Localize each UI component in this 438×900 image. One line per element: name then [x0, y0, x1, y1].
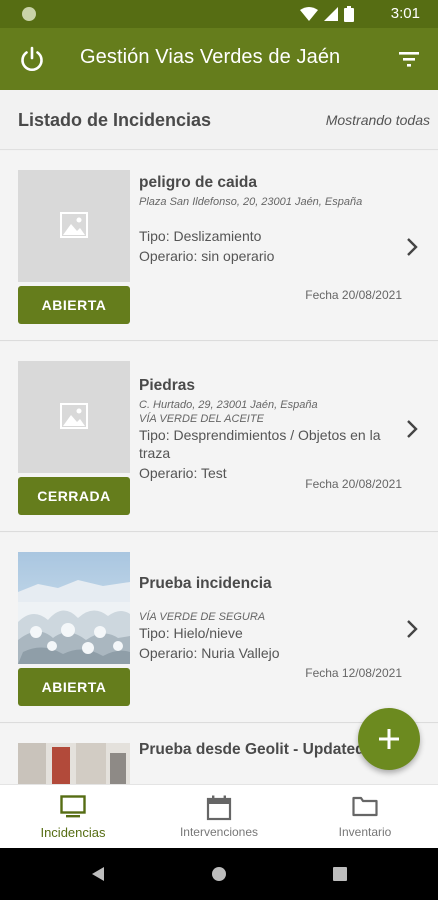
monitor-icon [60, 795, 86, 818]
incident-name: Prueba incidencia [139, 575, 272, 592]
incident-date: Fecha 20/08/2021 [305, 477, 402, 491]
incident-operator: Operario: sin operario [139, 248, 275, 264]
incident-date: Fecha 12/08/2021 [305, 666, 402, 680]
incident-card[interactable]: CERRADA Piedras C. Hurtado, 29, 23001 Ja… [0, 342, 438, 532]
incident-via: VÍA VERDE DE SEGURA [139, 611, 266, 623]
app-bar: Gestión Vias Verdes de Jaén [0, 28, 438, 90]
system-navigation-bar [0, 848, 438, 900]
status-icons [300, 6, 354, 22]
wifi-icon [300, 7, 318, 21]
incident-info: Piedras C. Hurtado, 29, 23001 Jaén, Espa… [139, 377, 401, 482]
bottom-navigation: Incidencias Intervenciones Inventario [0, 784, 438, 848]
incident-thumbnail [18, 361, 130, 473]
app-title: Gestión Vias Verdes de Jaén [80, 46, 341, 68]
battery-icon [344, 6, 354, 22]
image-placeholder-icon [60, 403, 88, 429]
power-icon[interactable] [18, 45, 46, 73]
incident-card[interactable]: ABIERTA Prueba incidencia VÍA VERDE DE S… [0, 533, 438, 723]
plus-icon [379, 729, 399, 749]
incident-via: VÍA VERDE DEL ACEITE [139, 413, 264, 425]
incident-photo-snow [18, 552, 130, 664]
incident-photo-interior [18, 743, 130, 784]
incident-type: Tipo: Deslizamiento [139, 228, 262, 244]
incident-info: peligro de caida Plaza San Ildefonso, 20… [139, 174, 401, 265]
tab-label: Inventario [338, 825, 392, 839]
status-badge: ABIERTA [18, 286, 130, 324]
add-incident-button[interactable] [358, 708, 420, 770]
incident-info: Prueba incidencia VÍA VERDE DE SEGURA Ti… [139, 575, 401, 662]
tab-intervenciones[interactable]: Intervenciones [146, 785, 292, 849]
incident-operator: Operario: Nuria Vallejo [139, 645, 280, 661]
chevron-right-icon [407, 620, 418, 638]
tab-inventario[interactable]: Inventario [292, 785, 438, 849]
image-placeholder-icon [60, 212, 88, 238]
tab-incidencias[interactable]: Incidencias [0, 785, 146, 849]
incident-address: C. Hurtado, 29, 23001 Jaén, España [139, 399, 318, 411]
incident-date: Fecha 20/08/2021 [305, 288, 402, 302]
incident-card[interactable]: ABIERTA peligro de caida Plaza San Ildef… [0, 151, 438, 341]
chevron-right-icon [407, 420, 418, 438]
status-badge: CERRADA [18, 477, 130, 515]
incident-type: Tipo: Desprendimientos / Objetos en la t… [139, 427, 381, 461]
incident-thumbnail [18, 170, 130, 282]
clock: 3:01 [390, 5, 420, 22]
interior-image [18, 743, 130, 784]
back-icon[interactable] [91, 866, 105, 882]
snow-landscape-image [18, 552, 130, 664]
incident-name: peligro de caida [139, 174, 258, 191]
incident-name: Piedras [139, 377, 196, 394]
incident-list: ABIERTA peligro de caida Plaza San Ildef… [0, 151, 438, 784]
recents-icon[interactable] [333, 867, 347, 881]
calendar-icon [206, 795, 232, 821]
status-bar: 3:01 [0, 0, 438, 28]
filter-status: Mostrando todas [325, 112, 430, 128]
chevron-right-icon [407, 238, 418, 256]
notification-dot-icon [22, 7, 36, 21]
tab-label: Incidencias [40, 825, 106, 840]
filter-icon[interactable] [396, 47, 422, 71]
incident-address: Plaza San Ildefonso, 20, 23001 Jaén, Esp… [139, 196, 363, 208]
list-title: Listado de Incidencias [18, 110, 212, 130]
status-badge: ABIERTA [18, 668, 130, 706]
home-icon[interactable] [211, 866, 227, 882]
tab-label: Intervenciones [179, 825, 259, 839]
signal-icon [324, 7, 338, 21]
folder-icon [352, 796, 378, 817]
incident-type: Tipo: Hielo/nieve [139, 625, 243, 641]
list-header: Listado de Incidencias Mostrando todas [0, 90, 438, 150]
